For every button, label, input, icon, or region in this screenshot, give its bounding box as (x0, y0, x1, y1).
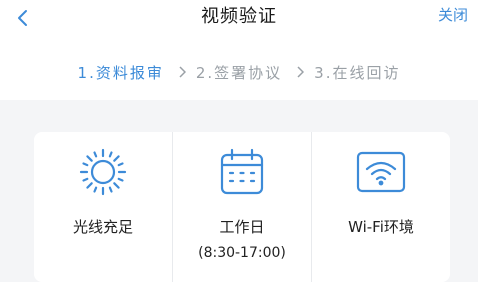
requirement-light: 光线充足 (34, 132, 172, 282)
page-title: 视频验证 (201, 6, 277, 27)
requirement-workday: 工作日 (8:30-17:00) (172, 132, 311, 282)
sun-icon (77, 146, 129, 198)
back-button[interactable] (8, 4, 36, 32)
chevron-left-icon (18, 10, 27, 26)
calendar-icon (216, 146, 268, 198)
wifi-icon (355, 146, 407, 198)
step-2: 2.签署协议 (195, 63, 283, 82)
chevron-right-icon (178, 66, 186, 78)
requirement-hours: (8:30-17:00) (198, 245, 286, 261)
chevron-right-icon (296, 66, 305, 78)
step-1: 1.资料报审 (77, 63, 164, 82)
step-3: 3.在线回访 (314, 63, 401, 82)
requirement-label: Wi-Fi环境 (348, 218, 414, 236)
requirement-label: 光线充足 (72, 218, 133, 236)
close-button[interactable]: 关闭 (438, 4, 468, 25)
requirement-wifi: Wi-Fi环境 (311, 132, 450, 282)
navigation-bar: 视频验证 关闭 (0, 0, 478, 44)
requirements-card: 光线充足 工作日 (8:30-17:00) Wi-Fi环境 (34, 132, 450, 282)
progress-steps: 1.资料报审 2.签署协议 3.在线回访 (0, 44, 478, 100)
requirement-label: 工作日 (219, 218, 265, 236)
